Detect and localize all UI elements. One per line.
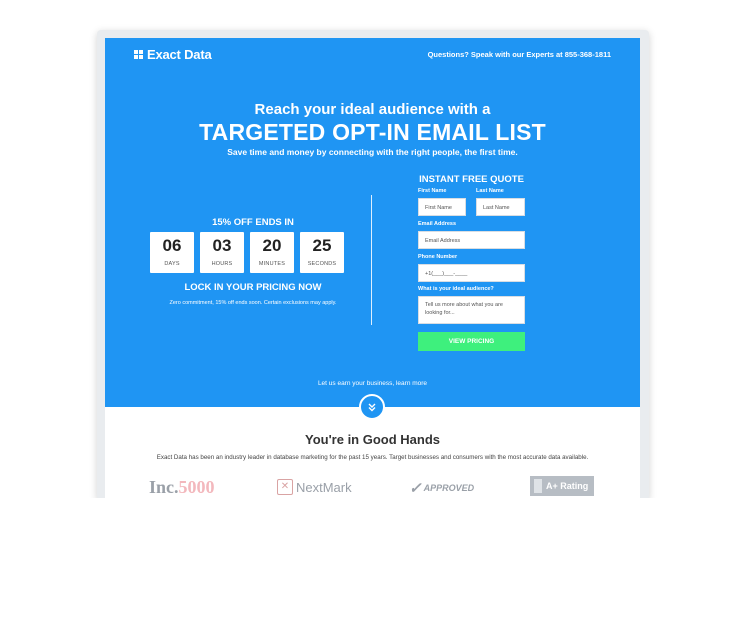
vertical-divider [371, 195, 372, 325]
countdown-value: 20 [262, 236, 282, 255]
landing-page: Exact Data Questions? Speak with our Exp… [105, 38, 640, 500]
trust-heading: You're in Good Hands [304, 432, 441, 447]
contact-text[interactable]: Questions? Speak with our Experts at 855… [428, 50, 611, 59]
view-pricing-button[interactable]: VIEW PRICING [418, 332, 525, 351]
brand-name: Exact Data [147, 47, 212, 62]
bbb-torch-icon [534, 479, 542, 493]
lock-pricing-heading: LOCK IN YOUR PRICING NOW [184, 282, 322, 293]
hero-headline-line1: Reach your ideal audience with a [254, 101, 491, 118]
nextmark-text: NextMark [296, 479, 352, 495]
first-name-label: First Name [418, 188, 447, 194]
chevron-double-down-icon [368, 403, 376, 412]
inc-text: Inc. [149, 477, 179, 497]
brand-logo[interactable]: Exact Data [134, 47, 212, 62]
countdown-seconds: 25 SECONDS [300, 232, 344, 273]
countdown-hours: 03 HOURS [200, 232, 244, 273]
fine-print: Zero commitment, 15% off ends soon. Cert… [169, 300, 337, 306]
bbb-logo: A+ Rating [530, 476, 594, 496]
nextmark-badge-icon: ✕ [277, 479, 293, 495]
partner-logos: Inc.5000 ✕ NextMark ✓ APPROVED A+ Rating [105, 474, 640, 500]
approved-text: APPROVED [423, 483, 475, 493]
countdown-offer: 15% OFF ENDS IN [212, 217, 294, 228]
countdown-label: HOURS [211, 261, 233, 267]
countdown-label: SECONDS [307, 261, 337, 267]
hero-headline-main: TARGETED OPT-IN EMAIL LIST [199, 119, 546, 145]
phone-label: Phone Number [418, 254, 458, 260]
countdown-minutes: 20 MINUTES [250, 232, 294, 273]
approved-logo: ✓ APPROVED [409, 479, 474, 497]
checkmark-icon: ✓ [409, 480, 422, 497]
last-name-input[interactable]: Last Name [476, 198, 525, 216]
trust-description: Exact Data has been an industry leader i… [156, 454, 589, 461]
scroll-down-button[interactable] [359, 394, 385, 420]
hero-subheadline: Save time and money by connecting with t… [227, 147, 518, 157]
email-label: Email Address [418, 221, 457, 227]
audience-label: What is your ideal audience? [418, 286, 494, 292]
countdown-value: 06 [162, 236, 182, 255]
inc5000-logo: Inc.5000 [149, 477, 215, 498]
email-input[interactable]: Email Address [418, 231, 525, 249]
nextmark-logo: ✕ NextMark [277, 479, 352, 495]
countdown-label: MINUTES [258, 261, 286, 267]
countdown-days: 06 DAYS [150, 232, 194, 273]
learn-more-link[interactable]: Let us earn your business, learn more [105, 380, 640, 387]
page-fade-overlay [0, 498, 740, 630]
audience-textarea[interactable]: Tell us more about what you are looking … [418, 296, 525, 324]
countdown-timer: 06 DAYS 03 HOURS 20 MINUTES 25 SECONDS [150, 232, 344, 273]
countdown-value: 25 [312, 236, 332, 255]
first-name-input[interactable]: First Name [418, 198, 466, 216]
countdown-value: 03 [212, 236, 232, 255]
bbb-rating-text: A+ Rating [546, 481, 589, 491]
phone-input[interactable]: +1(___)___-____ [418, 264, 525, 282]
countdown-label: DAYS [164, 261, 180, 267]
logo-grid-icon [134, 50, 143, 59]
hero-section: Exact Data Questions? Speak with our Exp… [105, 38, 640, 407]
inc-number: 5000 [178, 477, 215, 497]
quote-form-title: INSTANT FREE QUOTE [419, 174, 524, 185]
last-name-label: Last Name [476, 188, 504, 194]
